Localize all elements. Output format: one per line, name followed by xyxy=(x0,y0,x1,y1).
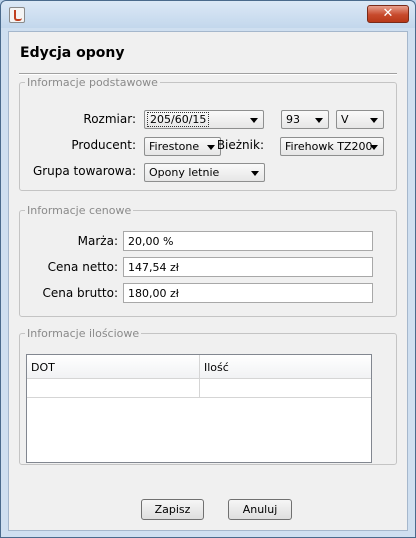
producer-label: Producent: xyxy=(71,138,136,152)
gross-price-field[interactable]: 180,00 zł xyxy=(123,283,373,303)
dot-table[interactable]: DOT Ilość xyxy=(26,354,372,463)
speed-index-combo[interactable]: V xyxy=(336,110,384,129)
margin-label: Marża: xyxy=(77,234,118,248)
tread-label: Bieżnik: xyxy=(216,138,264,152)
price-info-legend: Informacje cenowe xyxy=(27,204,132,217)
chevron-down-icon xyxy=(207,145,215,150)
net-price-field[interactable]: 147,54 zł xyxy=(123,257,373,277)
cancel-button[interactable]: Anuluj xyxy=(228,499,292,520)
producer-combo[interactable]: Firestone xyxy=(144,137,221,156)
save-button[interactable]: Zapisz xyxy=(141,499,204,520)
group-combo[interactable]: Opony letnie xyxy=(144,163,265,182)
java-icon xyxy=(9,7,25,23)
dialog-title: Edycja opony xyxy=(20,45,125,61)
chevron-down-icon xyxy=(251,171,259,176)
close-button[interactable]: ✕ xyxy=(367,5,409,23)
column-header-dot[interactable]: DOT xyxy=(27,355,200,379)
chevron-down-icon xyxy=(370,145,378,150)
producer-value: Firestone xyxy=(149,140,200,153)
basic-info-legend: Informacje podstawowe xyxy=(27,76,158,89)
quantity-info-legend: Informacje ilościowe xyxy=(27,327,140,340)
group-value: Opony letnie xyxy=(149,166,220,179)
dialog-content: Edycja opony Informacje podstawowe Rozmi… xyxy=(8,31,408,531)
size-label: Rozmiar: xyxy=(83,112,136,126)
size-combo[interactable]: 205/60/15 xyxy=(144,110,264,129)
size-value: 205/60/15 xyxy=(147,112,210,127)
tread-value: Firehowk TZ200 xyxy=(285,140,373,153)
dialog-window: ✕ Edycja opony Informacje podstawowe Roz… xyxy=(0,0,416,538)
chevron-down-icon xyxy=(250,118,258,123)
chevron-down-icon xyxy=(370,118,378,123)
title-separator xyxy=(19,73,397,75)
table-cell[interactable] xyxy=(27,379,200,398)
chevron-down-icon xyxy=(315,118,323,123)
speed-index-value: V xyxy=(341,113,349,126)
gross-price-label: Cena brutto: xyxy=(42,286,119,300)
load-index-combo[interactable]: 93 xyxy=(281,110,329,129)
group-label: Grupa towarowa: xyxy=(32,164,136,178)
tread-combo[interactable]: Firehowk TZ200 xyxy=(280,137,384,156)
margin-field[interactable]: 20,00 % xyxy=(123,231,373,251)
title-bar[interactable]: ✕ xyxy=(1,1,415,28)
net-price-label: Cena netto: xyxy=(47,260,118,274)
load-index-value: 93 xyxy=(286,113,300,126)
table-cell[interactable] xyxy=(200,379,371,398)
column-header-quantity[interactable]: Ilość xyxy=(200,355,371,379)
